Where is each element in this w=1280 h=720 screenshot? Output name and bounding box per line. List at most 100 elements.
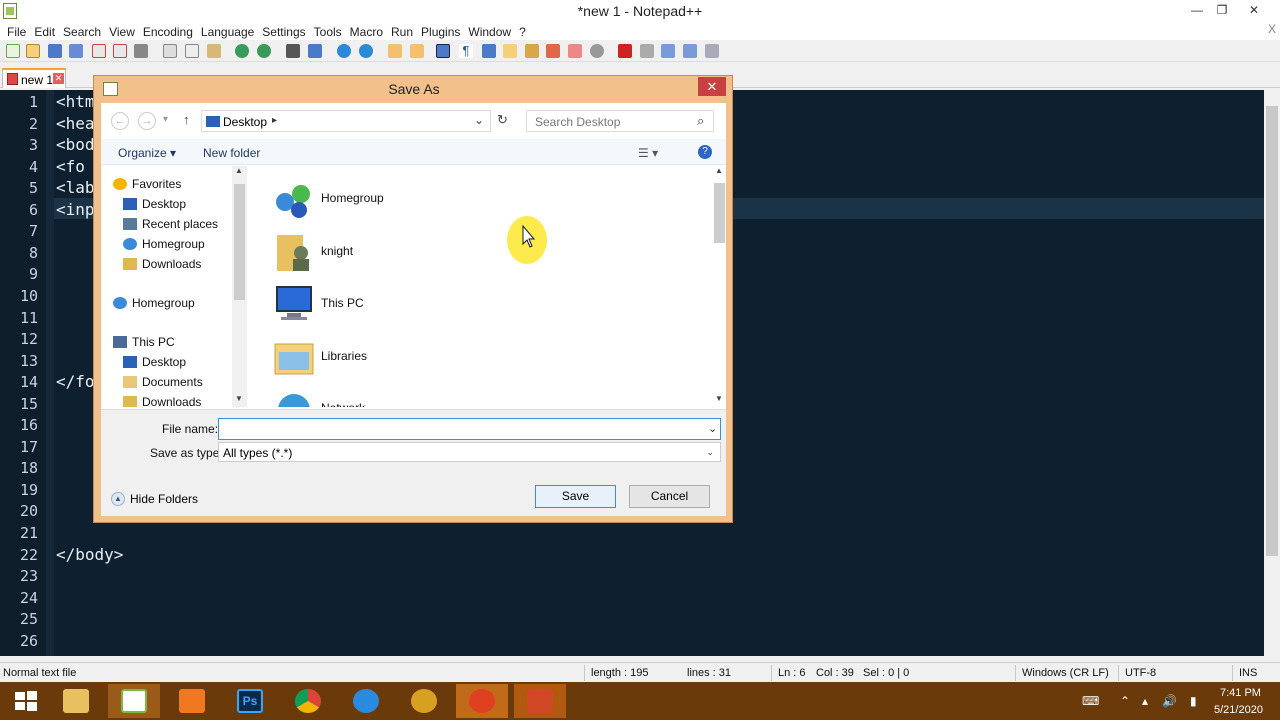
nav-pane-scrollbar[interactable]: ▲ ▼ — [232, 166, 247, 407]
forward-icon[interactable]: → — [138, 112, 156, 130]
save-button[interactable]: Save — [535, 485, 616, 508]
scroll-down-icon[interactable]: ▼ — [235, 394, 243, 403]
scroll-up-icon[interactable]: ▲ — [235, 166, 243, 175]
organize-button[interactable]: Organize ▾ — [118, 146, 176, 160]
undo-icon[interactable] — [235, 44, 249, 58]
taskbar-xampp[interactable] — [166, 684, 218, 718]
minimize-button[interactable]: — — [1184, 0, 1210, 20]
cancel-button[interactable]: Cancel — [629, 485, 710, 508]
stop-macro-icon[interactable] — [640, 44, 654, 58]
editor-vertical-scrollbar[interactable] — [1264, 90, 1280, 656]
menu-language[interactable]: Language — [197, 23, 258, 41]
nav-pane-item[interactable]: Homegroup — [142, 237, 205, 251]
document-map-icon[interactable] — [525, 44, 539, 58]
menu-edit[interactable]: Edit — [30, 23, 59, 41]
taskbar-photoshop[interactable]: Ps — [224, 684, 276, 718]
function-list-icon[interactable] — [546, 44, 560, 58]
tab-new-1[interactable]: new 1 ✕ — [2, 68, 66, 88]
taskbar-notepad-plus-plus[interactable] — [108, 684, 160, 718]
code-line[interactable]: <fo — [56, 157, 85, 176]
search-input[interactable]: Search Desktop ⌕ — [526, 110, 714, 132]
file-name-dropdown-icon[interactable]: ⌄ — [708, 422, 717, 435]
code-line[interactable]: <htm — [56, 92, 95, 111]
keyboard-icon[interactable]: ⌨ — [1082, 694, 1099, 708]
zoom-out-icon[interactable] — [359, 44, 373, 58]
sync-horizontal-icon[interactable] — [410, 44, 424, 58]
find-icon[interactable] — [286, 44, 300, 58]
nav-pane-item[interactable]: This PC — [132, 335, 175, 349]
code-line[interactable]: <lab — [56, 178, 95, 197]
tab-close-icon[interactable]: ✕ — [53, 73, 64, 84]
copy-icon[interactable] — [185, 44, 199, 58]
back-icon[interactable]: ← — [111, 112, 129, 130]
menu-tools[interactable]: Tools — [310, 23, 346, 41]
save-as-type-select[interactable]: All types (*.*) ⌄ — [218, 442, 721, 462]
save-all-icon[interactable] — [69, 44, 83, 58]
refresh-icon[interactable]: ↻ — [497, 112, 508, 128]
run-macro-multiple-icon[interactable] — [683, 44, 697, 58]
nav-pane-item[interactable]: Recent places — [142, 217, 218, 231]
paste-icon[interactable] — [207, 44, 221, 58]
help-icon[interactable]: ? — [698, 145, 712, 159]
close-all-icon[interactable] — [113, 44, 127, 58]
nav-pane-item[interactable]: Favorites — [132, 177, 181, 191]
change-view-icon[interactable]: ☰ ▾ — [638, 146, 658, 160]
taskbar-chrome[interactable] — [282, 684, 334, 718]
menu-search[interactable]: Search — [59, 23, 105, 41]
code-line[interactable]: <inp — [56, 200, 95, 219]
new-file-icon[interactable] — [6, 44, 20, 58]
print-icon[interactable] — [134, 44, 148, 58]
code-line[interactable]: </fo — [56, 372, 95, 391]
monitoring-icon[interactable] — [590, 44, 604, 58]
scrollbar-thumb[interactable] — [234, 184, 245, 300]
file-item[interactable]: Network — [271, 386, 471, 407]
taskbar-app[interactable] — [398, 684, 450, 718]
scrollbar-thumb[interactable] — [714, 183, 725, 243]
address-location[interactable]: Desktop — [223, 115, 267, 129]
search-icon[interactable]: ⌕ — [697, 113, 704, 129]
play-macro-icon[interactable] — [661, 44, 675, 58]
open-file-icon[interactable] — [26, 44, 40, 58]
show-all-chars-icon[interactable]: ¶ — [459, 44, 473, 58]
new-folder-button[interactable]: New folder — [203, 146, 260, 160]
code-line[interactable]: <hea — [56, 114, 95, 133]
zoom-in-icon[interactable] — [337, 44, 351, 58]
close-window-button[interactable]: ✕ — [1241, 0, 1267, 20]
file-list-scrollbar[interactable]: ▲ ▼ — [712, 166, 726, 407]
address-dropdown-icon[interactable]: ⌄ — [474, 113, 484, 127]
indent-guide-icon[interactable] — [482, 44, 496, 58]
taskbar-media[interactable] — [456, 684, 508, 718]
save-icon[interactable] — [48, 44, 62, 58]
save-macro-icon[interactable] — [705, 44, 719, 58]
menu-view[interactable]: View — [105, 23, 139, 41]
clock-date[interactable]: 5/21/2020 — [1214, 704, 1263, 716]
cut-icon[interactable] — [163, 44, 177, 58]
file-item[interactable]: Libraries — [271, 334, 471, 382]
menu-plugins[interactable]: Plugins — [417, 23, 464, 41]
file-item[interactable]: knight — [271, 229, 471, 277]
menu-run[interactable]: Run — [387, 23, 417, 41]
taskbar-internet-explorer[interactable] — [340, 684, 392, 718]
menu-encoding[interactable]: Encoding — [139, 23, 197, 41]
scroll-down-icon[interactable]: ▼ — [715, 394, 723, 403]
recent-locations-icon[interactable]: ▾ — [163, 114, 168, 125]
menu-file[interactable]: File — [3, 23, 30, 41]
scrollbar-thumb[interactable] — [1266, 106, 1278, 556]
sync-vertical-icon[interactable] — [388, 44, 402, 58]
record-macro-icon[interactable] — [618, 44, 632, 58]
code-line[interactable]: <bod — [56, 135, 95, 154]
menu-macro[interactable]: Macro — [346, 23, 387, 41]
battery-icon[interactable]: ▮ — [1190, 694, 1197, 708]
dialog-close-button[interactable]: ✕ — [698, 77, 726, 96]
nav-pane-item[interactable]: Homegroup — [132, 296, 195, 310]
redo-icon[interactable] — [257, 44, 271, 58]
file-item[interactable]: Homegroup — [271, 176, 471, 224]
taskbar-explorer[interactable] — [50, 684, 102, 718]
up-folder-icon[interactable]: ↑ — [183, 112, 190, 127]
maximize-button[interactable]: ❐ — [1209, 0, 1235, 20]
show-hidden-icons[interactable]: ⌃ — [1120, 694, 1130, 708]
address-bar[interactable]: Desktop ▸ ⌄ — [201, 110, 491, 132]
word-wrap-icon[interactable] — [436, 44, 450, 58]
file-item[interactable]: This PC — [271, 281, 471, 329]
start-button[interactable] — [0, 684, 52, 718]
